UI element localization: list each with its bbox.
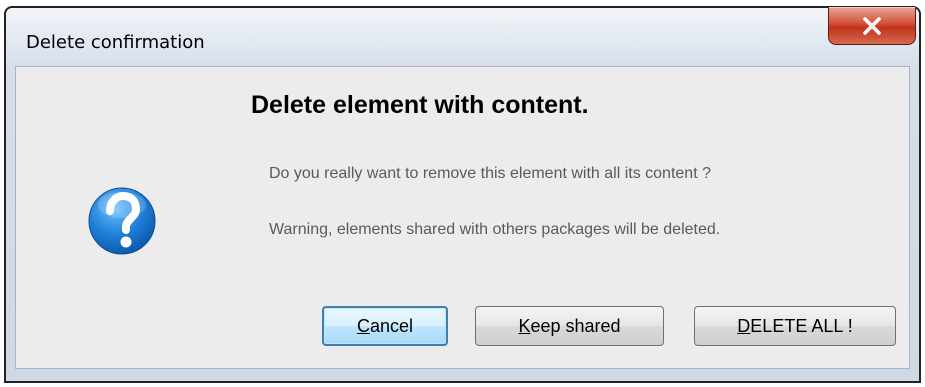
keep-shared-mnemonic: K <box>518 315 531 336</box>
keep-shared-button[interactable]: Keep shared <box>475 306 664 346</box>
dialog-content: Delete element with content. Do you real… <box>15 66 910 369</box>
question-mark-icon <box>86 185 158 257</box>
keep-shared-label: eep shared <box>530 315 621 336</box>
close-x-icon <box>861 16 883 35</box>
dialog-heading: Delete element with content. <box>251 91 589 119</box>
cancel-button[interactable]: Cancel <box>322 306 448 346</box>
delete-all-mnemonic: D <box>737 315 751 336</box>
window-title: Delete confirmation <box>26 32 205 53</box>
delete-all-label: ELETE ALL ! <box>750 315 853 336</box>
confirmation-message: Do you really want to remove this elemen… <box>269 165 711 182</box>
delete-all-button[interactable]: D ELETE ALL ! <box>694 306 896 346</box>
dialog-window: Delete confirmation Delete element with … <box>4 6 921 383</box>
cancel-mnemonic: C <box>356 315 370 336</box>
close-button[interactable] <box>828 7 916 45</box>
cancel-label: ancel <box>369 315 414 336</box>
warning-message: Warning, elements shared with others pac… <box>269 221 721 238</box>
title-bar[interactable]: Delete confirmation <box>6 7 919 66</box>
